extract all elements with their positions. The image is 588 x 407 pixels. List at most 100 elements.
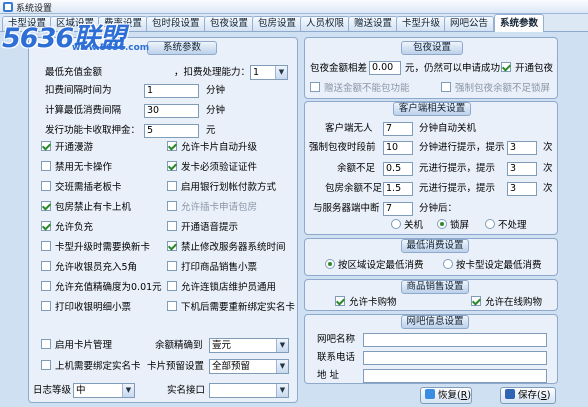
realname-select[interactable]: ▼ (209, 383, 289, 398)
chevron-down-icon: ▼ (276, 339, 288, 352)
option-checkbox[interactable]: 允许插卡申请包房 (167, 201, 257, 215)
chevron-down-icon: ▼ (276, 360, 288, 373)
checkbox-icon (501, 62, 511, 72)
tab-time-package[interactable]: 包时段设置 (146, 16, 206, 31)
disconnect-input[interactable]: 7 (383, 202, 413, 216)
force-before-unit: 分钟进行提示，提示 (419, 142, 505, 153)
checkbox-icon (41, 141, 51, 151)
option-checkbox[interactable]: 允许负充 (41, 221, 93, 235)
disconnect-label: 与服务器端中断 (313, 203, 380, 214)
unmanned-unit: 分钟自动关机 (419, 123, 477, 134)
chevron-down-icon: ▼ (122, 384, 134, 397)
tab-room[interactable]: 包房设置 (252, 16, 303, 31)
allow-card-shopping-checkbox[interactable]: 允许卡购物 (335, 296, 397, 310)
checkbox-icon (167, 301, 177, 311)
tab-overnight[interactable]: 包夜设置 (204, 16, 255, 31)
window-title: 系统设置 (16, 4, 53, 14)
action-none-radio[interactable]: 不处理 (485, 219, 527, 233)
checkbox-icon (41, 161, 51, 171)
option-checkbox[interactable]: 上机需要绑定实名卡 (41, 360, 141, 374)
checkbox-icon (41, 201, 51, 211)
option-checkbox[interactable]: 允许收银员充入5角 (41, 261, 137, 275)
deposit-input[interactable]: 5 (144, 124, 199, 138)
option-checkbox[interactable]: 下机后需要重新绑定实名卡 (167, 301, 295, 315)
cafe-address-input[interactable] (363, 369, 547, 383)
chevron-down-icon: ▼ (275, 66, 287, 79)
realname-label: 实名接口 (167, 385, 206, 396)
tab-system-params[interactable]: 系统参数 (494, 14, 545, 32)
option-checkbox[interactable]: 启用银行划帐付款方式 (167, 181, 276, 195)
tab-gift[interactable]: 赠送设置 (348, 16, 399, 31)
overnight-diff-input[interactable]: 0.00 (369, 61, 401, 75)
balance-times-input[interactable]: 3 (507, 162, 537, 176)
tab-notice[interactable]: 网吧公告 (444, 16, 495, 31)
min-spend-panel: 最低消费设置 按区域设定最低消费 按卡型设定最低消费 (304, 238, 558, 276)
deposit-label: 发行功能卡收取押金： (45, 125, 141, 136)
precision-select[interactable]: 壹元 ▼ (209, 338, 289, 353)
room-balance-input[interactable]: 1.5 (383, 182, 413, 196)
unmanned-input[interactable]: 7 (383, 122, 413, 136)
chevron-down-icon: ▼ (276, 384, 288, 397)
option-checkbox[interactable]: 开通语音提示 (167, 221, 238, 235)
force-before-input[interactable]: 10 (383, 141, 413, 155)
system-params-panel: 系统参数 最低充值金额 ，扣费处理能力： 1 ▼ 扣费间隔时间为 1 分钟 计算最… (28, 37, 298, 403)
open-overnight-checkbox[interactable]: 开通包夜 (501, 62, 553, 76)
section-header: 最低消费设置 (401, 239, 469, 253)
restore-button[interactable]: 恢复(R) (420, 387, 472, 404)
checkbox-icon (167, 221, 177, 231)
times-unit: 次 (543, 183, 553, 194)
min-spend-by-card-radio[interactable]: 按卡型设定最低消费 (443, 259, 542, 273)
checkbox-icon (167, 261, 177, 271)
checkbox-icon (41, 181, 51, 191)
radio-icon (437, 219, 447, 229)
option-checkbox[interactable]: 打印收银明细小票 (41, 301, 131, 315)
option-checkbox[interactable]: 交班需插老板卡 (41, 181, 122, 195)
checkbox-icon (41, 360, 51, 370)
checkbox-icon (441, 82, 451, 92)
option-checkbox[interactable]: 允许充值精确度为0.01元 (41, 281, 162, 295)
room-times-input[interactable]: 3 (507, 182, 537, 196)
option-checkbox[interactable]: 启用卡片管理 (41, 339, 112, 353)
checkbox-icon (471, 296, 481, 306)
save-button[interactable]: 保存(S) (500, 387, 556, 404)
option-checkbox[interactable]: 禁用无卡操作 (41, 161, 112, 175)
deduct-interval-input[interactable]: 1 (144, 84, 199, 98)
radio-icon (391, 219, 401, 229)
min-spend-interval-input[interactable]: 30 (144, 104, 199, 118)
tab-card-upgrade[interactable]: 卡型升级 (396, 16, 447, 31)
option-checkbox[interactable]: 禁止修改服务器系统时间 (167, 241, 286, 255)
option-checkbox[interactable]: 允许卡片自动升级 (167, 141, 257, 155)
cafe-phone-input[interactable] (363, 351, 547, 365)
option-checkbox[interactable]: 打印商品销售小票 (167, 261, 257, 275)
tab-permissions[interactable]: 人员权限 (300, 16, 351, 31)
cafe-name-input[interactable] (363, 333, 547, 347)
room-balance-label: 包房余额不足 (325, 183, 383, 194)
checkbox-icon (335, 296, 345, 306)
radio-icon (485, 219, 495, 229)
option-checkbox[interactable]: 发卡必须验证证件 (167, 161, 257, 175)
force-lock-checkbox[interactable]: 强制包夜余额不足锁屏 (441, 82, 550, 96)
deposit-unit: 元 (206, 125, 216, 136)
checkbox-icon (167, 241, 177, 251)
deduct-ability-select[interactable]: 1 ▼ (250, 65, 288, 80)
card-warn-select[interactable]: 全部预留 ▼ (209, 359, 289, 374)
option-checkbox[interactable]: 卡型升级时需要换新卡 (41, 241, 150, 255)
log-level-select[interactable]: 中 ▼ (73, 383, 135, 398)
force-times-input[interactable]: 3 (507, 141, 537, 155)
option-checkbox[interactable]: 包房禁止有卡上机 (41, 201, 131, 215)
action-shutdown-radio[interactable]: 关机 (391, 219, 423, 233)
balance-low-input[interactable]: 0.5 (383, 162, 413, 176)
gift-no-package-checkbox[interactable]: 赠送金额不能包功能 (310, 82, 410, 96)
goods-panel: 商品销售设置 允许卡购物 允许在线购物 (304, 279, 558, 311)
card-warn-label: 卡片预留设置 (147, 361, 205, 372)
checkbox-icon (167, 281, 177, 291)
checkbox-icon (41, 241, 51, 251)
save-icon (505, 389, 515, 399)
option-checkbox[interactable]: 开通漫游 (41, 141, 93, 155)
option-checkbox[interactable]: 允许连锁店维护员通用 (167, 281, 276, 295)
checkbox-icon (41, 281, 51, 291)
action-lock-radio[interactable]: 锁屏 (437, 219, 469, 233)
min-spend-by-area-radio[interactable]: 按区域设定最低消费 (325, 259, 424, 273)
allow-online-shopping-checkbox[interactable]: 允许在线购物 (471, 296, 542, 310)
min-card-value-label: 最低充值金额 (45, 67, 103, 78)
